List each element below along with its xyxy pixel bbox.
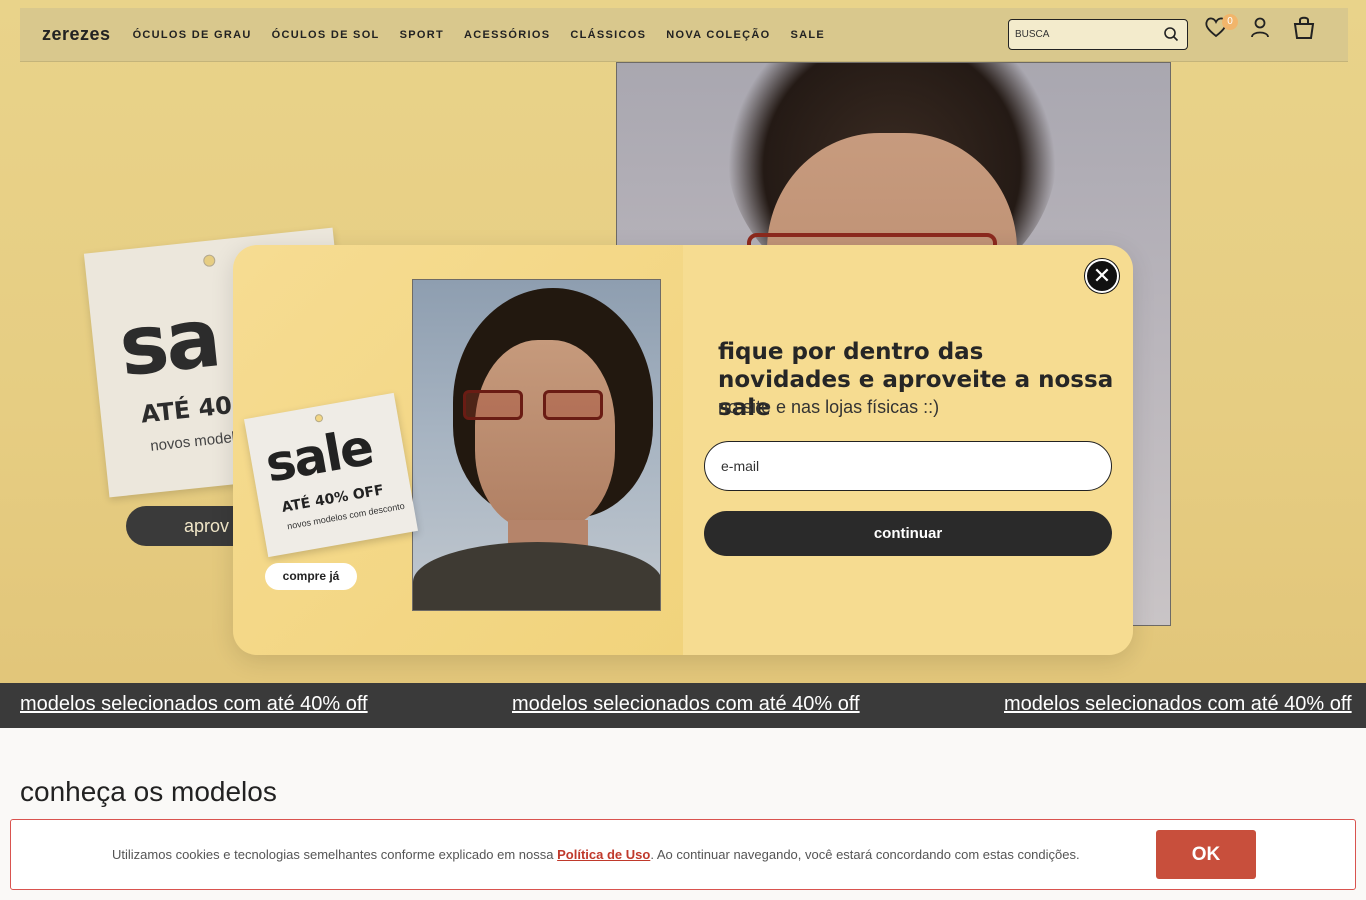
modal-form-panel: fique por dentro das novidades e aprovei… — [683, 245, 1133, 655]
nav-acessorios[interactable]: ACESSÓRIOS — [464, 29, 550, 41]
cookie-ok-button[interactable]: OK — [1156, 830, 1256, 879]
modal-sale-tag: sale ATÉ 40% OFF novos modelos com desco… — [243, 392, 419, 558]
nav-sale[interactable]: SALE — [790, 29, 825, 41]
promo-ticker: modelos selecionados com até 40% off mod… — [0, 683, 1366, 728]
ticker-link[interactable]: modelos selecionados com até 40% off — [20, 693, 368, 716]
search-input[interactable] — [1009, 29, 1149, 40]
search-icon[interactable] — [1163, 26, 1179, 42]
cookie-text-before: Utilizamos cookies e tecnologias semelha… — [112, 847, 558, 862]
cookie-banner: Utilizamos cookies e tecnologias semelha… — [10, 819, 1356, 890]
modal-photo — [412, 279, 661, 611]
continue-button[interactable]: continuar — [704, 511, 1112, 556]
hero-tag-off: ATÉ 40 — [139, 391, 234, 429]
user-icon[interactable] — [1247, 14, 1273, 40]
modal-image-panel: sale ATÉ 40% OFF novos modelos com desco… — [233, 245, 683, 655]
email-field-wrapper — [704, 441, 1112, 491]
ticker-link[interactable]: modelos selecionados com até 40% off — [1004, 693, 1352, 716]
ticker-link[interactable]: modelos selecionados com até 40% off — [512, 693, 860, 716]
close-icon[interactable]: ✕ — [1085, 259, 1119, 293]
privacy-policy-link[interactable]: Política de Uso — [557, 847, 650, 862]
main-nav: ÓCULOS DE GRAU ÓCULOS DE SOL SPORT ACESS… — [133, 29, 845, 41]
nav-oculos-de-sol[interactable]: ÓCULOS DE SOL — [272, 29, 380, 41]
search-box — [1008, 19, 1188, 50]
logo[interactable]: zerezes — [42, 24, 111, 45]
hero-tag-sub: novos model — [149, 428, 236, 455]
section-title: conheça os modelos — [20, 776, 277, 807]
buy-now-button[interactable]: compre já — [265, 563, 357, 590]
nav-classicos[interactable]: CLÁSSICOS — [570, 29, 646, 41]
bag-icon[interactable] — [1291, 14, 1317, 40]
nav-oculos-de-grau[interactable]: ÓCULOS DE GRAU — [133, 29, 252, 41]
site-header: zerezes ÓCULOS DE GRAU ÓCULOS DE SOL SPO… — [20, 8, 1348, 62]
email-field[interactable] — [705, 458, 1085, 474]
nav-sport[interactable]: SPORT — [400, 29, 444, 41]
nav-nova-colecao[interactable]: NOVA COLEÇÃO — [666, 29, 770, 41]
modal-tag-big: sale — [261, 418, 377, 494]
wishlist-badge: 0 — [1222, 14, 1238, 30]
cookie-text-after: . Ao continuar navegando, você estará co… — [650, 847, 1080, 862]
cookie-text: Utilizamos cookies e tecnologias semelha… — [112, 847, 1080, 862]
modal-subtitle: no site e nas lojas físicas ::) — [718, 397, 940, 417]
hero-tag-big: sa — [114, 290, 223, 396]
newsletter-modal: sale ATÉ 40% OFF novos modelos com desco… — [233, 245, 1133, 655]
